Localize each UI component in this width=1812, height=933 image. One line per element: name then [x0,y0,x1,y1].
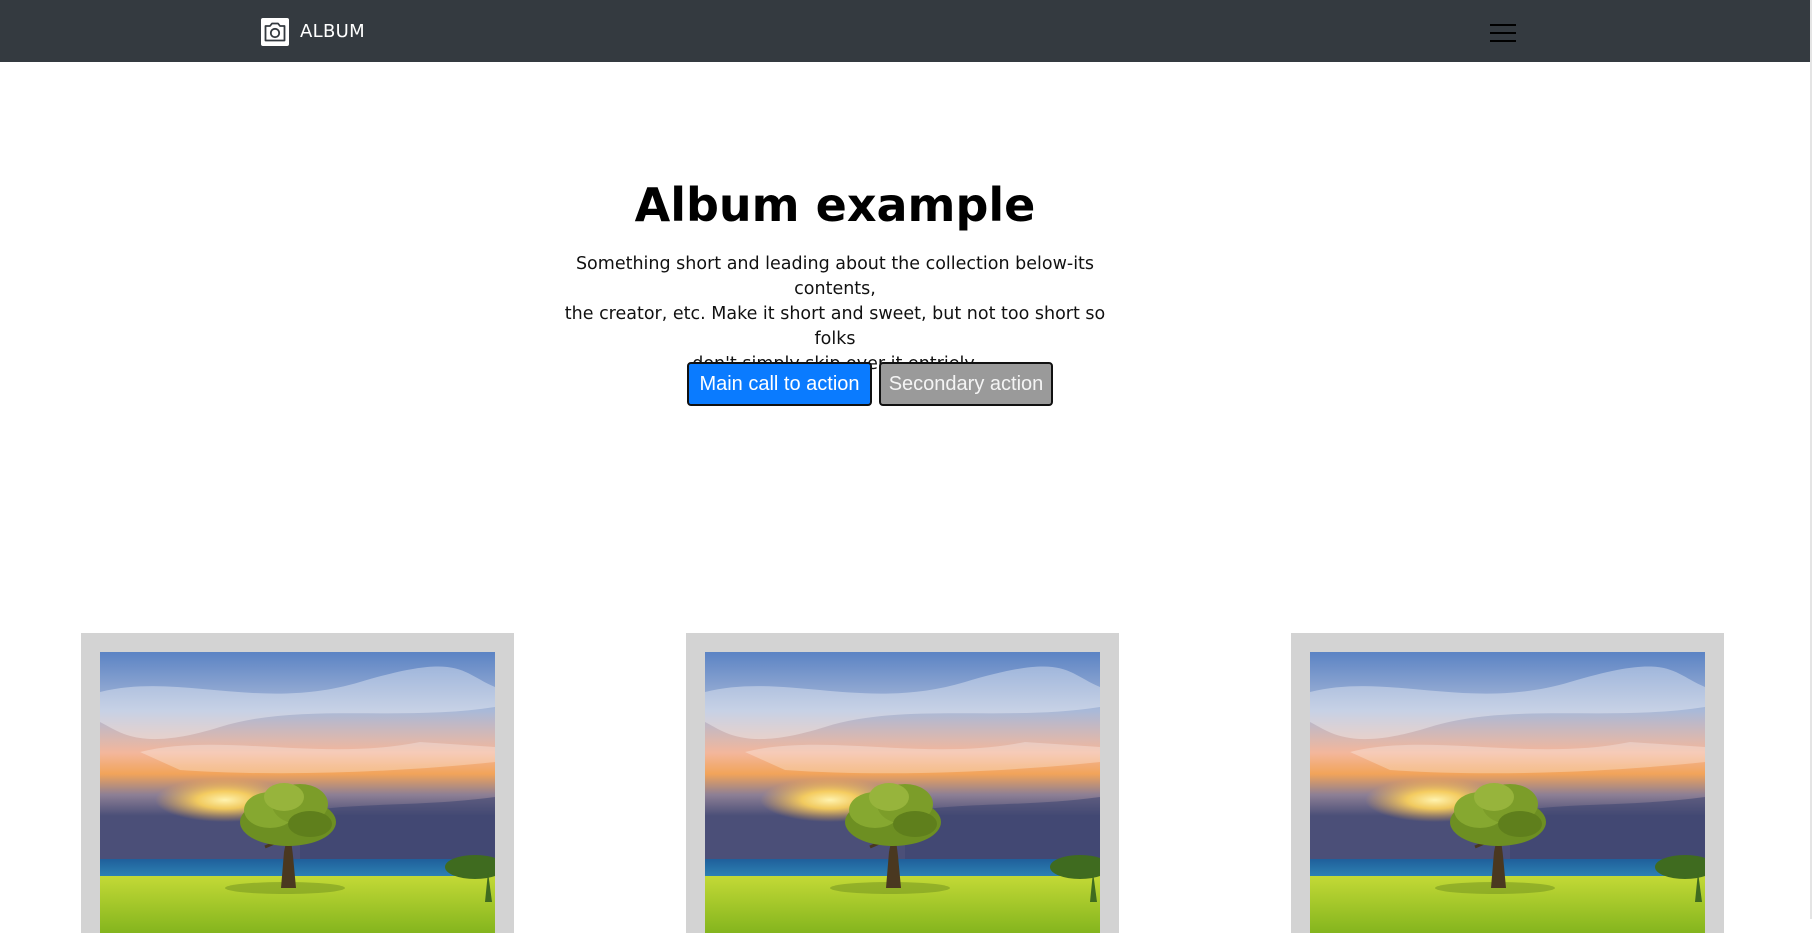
main-call-to-action-button[interactable]: Main call to action [687,362,872,406]
camera-icon [261,17,289,46]
top-navbar: ALBUM [0,0,1812,62]
hero-title: Album example [634,178,1036,232]
brand-link[interactable]: ALBUM [261,17,365,46]
card-image [1310,652,1705,933]
album-card [81,633,514,933]
card-image [100,652,495,933]
brand-text: ALBUM [300,21,365,42]
hero-lead-line: Something short and leading about the co… [575,254,1095,299]
hero-actions: Main call to action Secondary action [687,362,1053,406]
hamburger-menu-icon[interactable] [1490,22,1516,44]
hero-lead: Something short and leading about the co… [545,252,1125,377]
album-card [686,633,1119,933]
hero-lead-line: the creator, etc. Make it short and swee… [564,304,1106,349]
secondary-action-button[interactable]: Secondary action [879,362,1053,406]
card-image [705,652,1100,933]
album-card [1291,633,1724,933]
